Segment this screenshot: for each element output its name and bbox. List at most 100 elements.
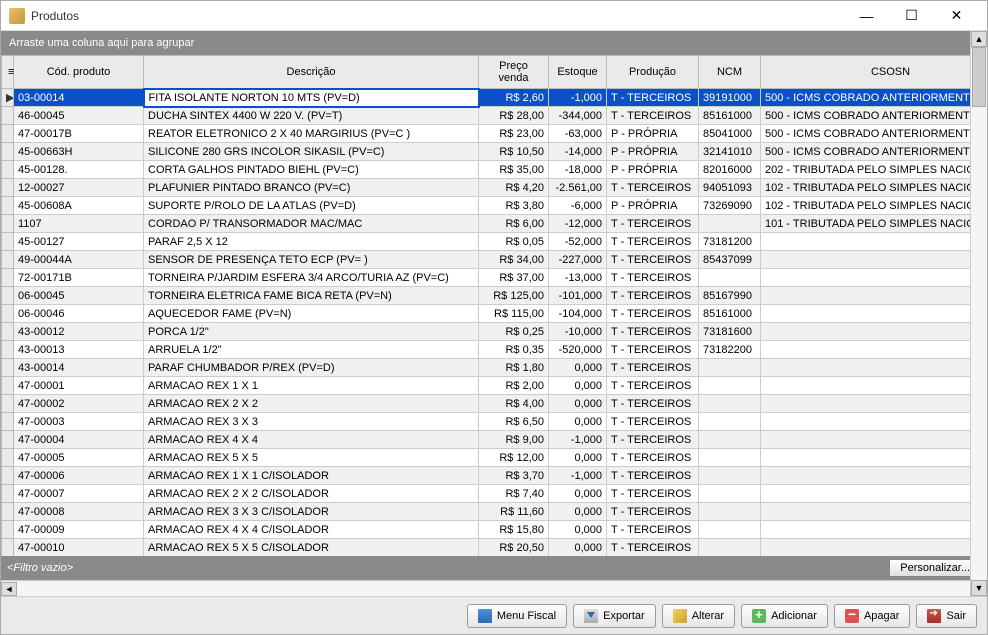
cell-descricao[interactable]: ARMACAO REX 1 X 1 C/ISOLADOR [144,467,479,485]
cell-producao[interactable]: T - TERCEIROS [607,449,699,467]
cell-cod[interactable]: 49-00044A [14,251,144,269]
cell-csosn[interactable] [761,341,988,359]
cell-preco[interactable]: R$ 6,00 [479,215,549,233]
cell-descricao[interactable]: SILICONE 280 GRS INCOLOR SIKASIL (PV=C) [144,143,479,161]
table-row[interactable]: 06-00045TORNEIRA ELETRICA FAME BICA RETA… [2,287,988,305]
cell-cod[interactable]: 43-00013 [14,341,144,359]
cell-descricao[interactable]: SENSOR DE PRESENÇA TETO ECP (PV= ) [144,251,479,269]
cell-cod[interactable]: 47-00005 [14,449,144,467]
cell-descricao[interactable]: TORNEIRA ELETRICA FAME BICA RETA (PV=N) [144,287,479,305]
sair-button[interactable]: Sair [916,604,977,628]
cell-cod[interactable]: 47-00001 [14,377,144,395]
v-scroll-track[interactable] [971,47,987,580]
cell-preco[interactable]: R$ 37,00 [479,269,549,287]
cell-producao[interactable]: T - TERCEIROS [607,341,699,359]
table-row[interactable]: 49-00044ASENSOR DE PRESENÇA TETO ECP (PV… [2,251,988,269]
cell-ncm[interactable]: 85437099 [699,251,761,269]
cell-estoque[interactable]: -1,000 [549,467,607,485]
cell-ncm[interactable] [699,503,761,521]
cell-cod[interactable]: 12-00027 [14,179,144,197]
cell-preco[interactable]: R$ 1,80 [479,359,549,377]
table-row[interactable]: 1107CORDAO P/ TRANSORMADOR MAC/MACR$ 6,0… [2,215,988,233]
cell-cod[interactable]: 1107 [14,215,144,233]
col-csosn[interactable]: CSOSN [761,56,988,89]
cell-descricao[interactable]: REATOR ELETRONICO 2 X 40 MARGIRIUS (PV=C… [144,125,479,143]
cell-estoque[interactable]: -10,000 [549,323,607,341]
cell-cod[interactable]: 47-00004 [14,431,144,449]
cell-cod[interactable]: 43-00012 [14,323,144,341]
cell-estoque[interactable]: -63,000 [549,125,607,143]
close-button[interactable]: ✕ [934,2,979,30]
cell-producao[interactable]: P - PRÓPRIA [607,143,699,161]
cell-estoque[interactable]: -12,000 [549,215,607,233]
cell-descricao[interactable]: CORTA GALHOS PINTADO BIEHL (PV=C) [144,161,479,179]
table-row[interactable]: 47-00002ARMACAO REX 2 X 2R$ 4,000,000T -… [2,395,988,413]
cell-ncm[interactable] [699,377,761,395]
cell-ncm[interactable] [699,431,761,449]
cell-ncm[interactable]: 32141010 [699,143,761,161]
cell-ncm[interactable]: 73181600 [699,323,761,341]
cell-producao[interactable]: T - TERCEIROS [607,377,699,395]
cell-cod[interactable]: 47-00008 [14,503,144,521]
cell-descricao[interactable]: CORDAO P/ TRANSORMADOR MAC/MAC [144,215,479,233]
cell-preco[interactable]: R$ 10,50 [479,143,549,161]
cell-ncm[interactable]: 85161000 [699,305,761,323]
cell-preco[interactable]: R$ 9,00 [479,431,549,449]
cell-ncm[interactable] [699,449,761,467]
cell-cod[interactable]: 47-00017B [14,125,144,143]
cell-descricao[interactable]: PARAF 2,5 X 12 [144,233,479,251]
table-row[interactable]: 47-00010ARMACAO REX 5 X 5 C/ISOLADORR$ 2… [2,539,988,557]
cell-csosn[interactable]: 500 - ICMS COBRADO ANTERIORMENTE POR SUB… [761,107,988,125]
cell-ncm[interactable] [699,485,761,503]
cell-cod[interactable]: 43-00014 [14,359,144,377]
table-row[interactable]: 06-00046AQUECEDOR FAME (PV=N)R$ 115,00-1… [2,305,988,323]
row-indicator-header[interactable]: ≡ [2,56,14,89]
cell-preco[interactable]: R$ 4,20 [479,179,549,197]
cell-descricao[interactable]: ARMACAO REX 3 X 3 [144,413,479,431]
table-row[interactable]: ▶03-00014FITA ISOLANTE NORTON 10 MTS (PV… [2,89,988,107]
cell-estoque[interactable]: -52,000 [549,233,607,251]
grid-scroll-region[interactable]: ≡ Cód. produto Descrição Preço venda Est… [1,55,987,556]
cell-producao[interactable]: T - TERCEIROS [607,233,699,251]
cell-csosn[interactable] [761,503,988,521]
cell-descricao[interactable]: ARMACAO REX 3 X 3 C/ISOLADOR [144,503,479,521]
exportar-button[interactable]: Exportar [573,604,656,628]
cell-descricao[interactable]: ARMACAO REX 5 X 5 C/ISOLADOR [144,539,479,557]
cell-estoque[interactable]: -6,000 [549,197,607,215]
cell-producao[interactable]: T - TERCEIROS [607,215,699,233]
table-row[interactable]: 43-00014PARAF CHUMBADOR P/REX (PV=D)R$ 1… [2,359,988,377]
cell-csosn[interactable] [761,251,988,269]
cell-csosn[interactable] [761,539,988,557]
col-ncm[interactable]: NCM [699,56,761,89]
cell-ncm[interactable]: 39191000 [699,89,761,107]
cell-csosn[interactable]: 102 - TRIBUTADA PELO SIMPLES NACIONAL SE… [761,179,988,197]
cell-preco[interactable]: R$ 3,70 [479,467,549,485]
table-row[interactable]: 47-00006ARMACAO REX 1 X 1 C/ISOLADORR$ 3… [2,467,988,485]
cell-cod[interactable]: 47-00002 [14,395,144,413]
cell-producao[interactable]: T - TERCEIROS [607,305,699,323]
cell-csosn[interactable]: 102 - TRIBUTADA PELO SIMPLES NACIONAL SE… [761,197,988,215]
group-panel[interactable]: Arraste uma coluna aqui para agrupar [1,31,987,55]
cell-estoque[interactable]: 0,000 [549,413,607,431]
cell-cod[interactable]: 45-00127 [14,233,144,251]
maximize-button[interactable]: ☐ [889,2,934,30]
cell-descricao[interactable]: TORNEIRA P/JARDIM ESFERA 3/4 ARCO/TURIA … [144,269,479,287]
cell-producao[interactable]: T - TERCEIROS [607,395,699,413]
cell-preco[interactable]: R$ 2,00 [479,377,549,395]
cell-preco[interactable]: R$ 6,50 [479,413,549,431]
cell-preco[interactable]: R$ 34,00 [479,251,549,269]
cell-preco[interactable]: R$ 11,60 [479,503,549,521]
cell-cod[interactable]: 06-00046 [14,305,144,323]
table-row[interactable]: 46-00045DUCHA SINTEX 4400 W 220 V. (PV=T… [2,107,988,125]
table-row[interactable]: 72-00171BTORNEIRA P/JARDIM ESFERA 3/4 AR… [2,269,988,287]
cell-ncm[interactable]: 85161000 [699,107,761,125]
cell-estoque[interactable]: -1,000 [549,431,607,449]
cell-cod[interactable]: 47-00010 [14,539,144,557]
cell-producao[interactable]: T - TERCEIROS [607,503,699,521]
filter-text[interactable]: <Filtro vazio> [7,562,889,574]
cell-descricao[interactable]: ARRUELA 1/2" [144,341,479,359]
cell-preco[interactable]: R$ 125,00 [479,287,549,305]
cell-csosn[interactable]: 500 - ICMS COBRADO ANTERIORMENTE POR SUB… [761,89,988,107]
cell-csosn[interactable] [761,521,988,539]
apagar-button[interactable]: Apagar [834,604,910,628]
